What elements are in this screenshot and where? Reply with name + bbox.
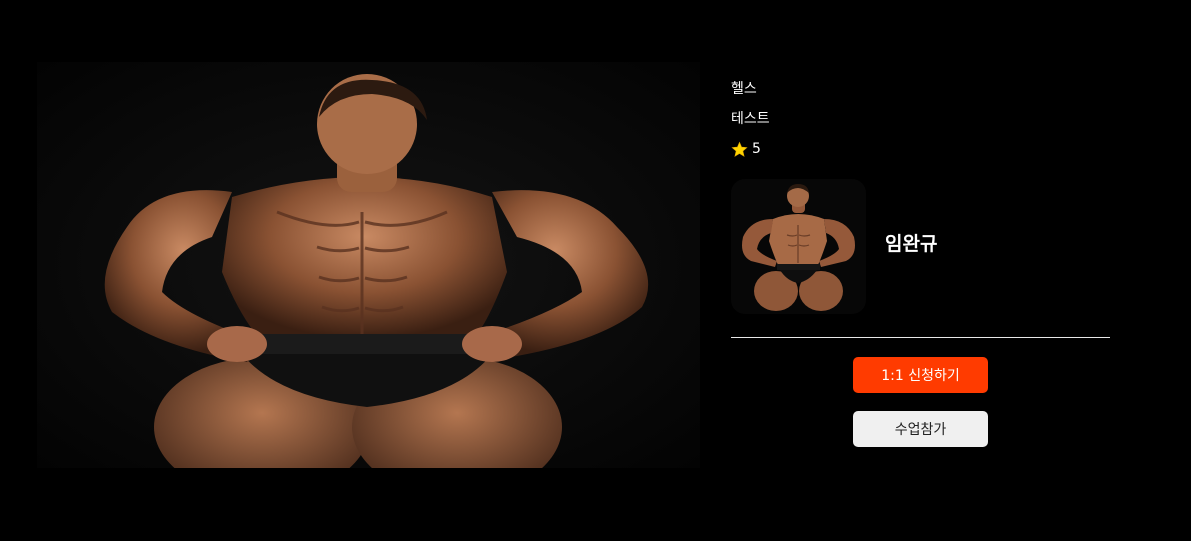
- join-class-button[interactable]: 수업참가: [853, 411, 988, 447]
- trainer-name[interactable]: 임완규: [885, 231, 937, 257]
- rating-value: 5: [752, 141, 761, 157]
- bodybuilder-photo: [37, 62, 700, 468]
- class-detail-page: 헬스 테스트 5 임완규 1:1 신청하기 수업참가: [0, 0, 1191, 541]
- star-icon: [731, 141, 748, 158]
- apply-one-on-one-button[interactable]: 1:1 신청하기: [853, 357, 988, 393]
- class-rating: 5: [731, 139, 761, 159]
- class-main-photo: [37, 62, 700, 468]
- trainer-avatar[interactable]: [731, 179, 866, 314]
- section-divider: [731, 337, 1110, 338]
- trainer-photo: [731, 179, 866, 314]
- class-category: 헬스: [731, 81, 757, 97]
- trainer-profile[interactable]: 임완규: [731, 179, 1111, 314]
- class-title: 테스트: [731, 111, 770, 127]
